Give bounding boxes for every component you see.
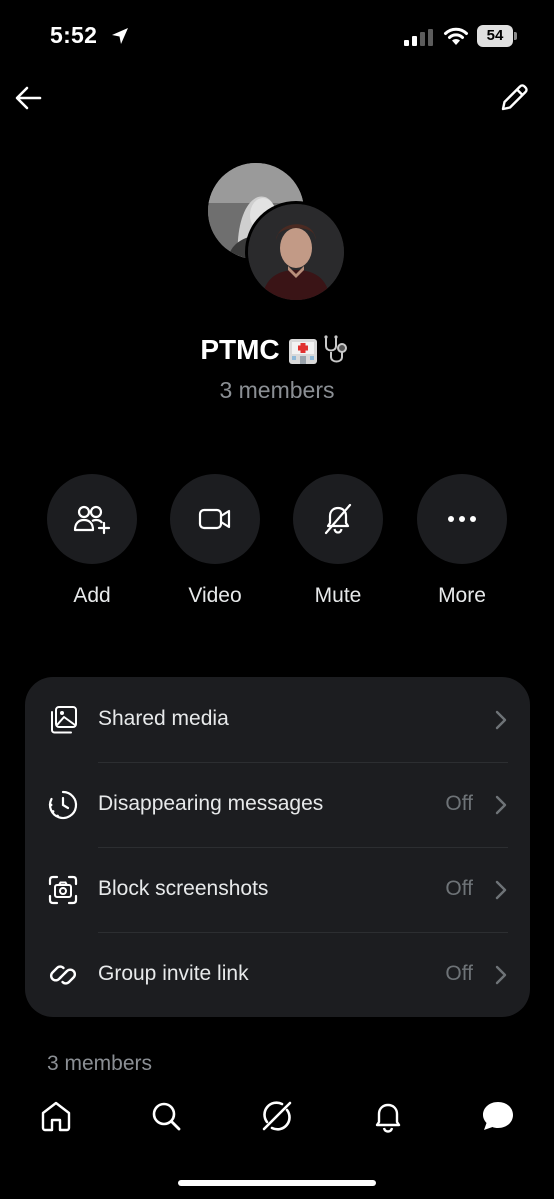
home-indicator[interactable] — [178, 1180, 376, 1186]
chevron-right-icon — [495, 965, 507, 985]
mute-button-circle[interactable] — [293, 474, 383, 564]
stethoscope-emoji-icon — [324, 335, 347, 363]
notifications-bell-icon[interactable] — [370, 1098, 406, 1134]
search-icon[interactable] — [148, 1098, 184, 1134]
more-button-circle[interactable] — [417, 474, 507, 564]
battery-indicator: 54 — [477, 25, 517, 47]
edit-pencil-icon[interactable] — [496, 80, 532, 116]
chevron-right-icon — [495, 880, 507, 900]
block-screenshots-row[interactable]: Block screenshots Off — [25, 847, 530, 932]
bell-off-icon — [324, 503, 352, 535]
shared-media-label: Shared media — [98, 707, 229, 730]
wifi-icon — [444, 27, 468, 45]
back-arrow-icon[interactable] — [12, 82, 46, 114]
group-invite-link-label: Group invite link — [98, 962, 249, 985]
timer-icon — [48, 790, 78, 820]
group-title-row: PTMC — [0, 334, 554, 374]
location-arrow-icon — [112, 28, 128, 44]
disappearing-messages-row[interactable]: Disappearing messages Off — [25, 762, 530, 847]
chevron-right-icon — [495, 710, 507, 730]
shared-media-row[interactable]: Shared media — [25, 677, 530, 762]
more-label: More — [438, 584, 486, 607]
add-people-icon — [73, 505, 111, 535]
video-label: Video — [188, 584, 242, 607]
bottom-nav — [0, 1090, 554, 1150]
status-time: 5:52 — [50, 22, 98, 48]
hospital-emoji-icon — [288, 339, 317, 364]
chevron-right-icon — [495, 795, 507, 815]
link-icon — [49, 965, 77, 985]
status-bar: 5:52 54 — [0, 0, 554, 74]
block-screenshots-label: Block screenshots — [98, 877, 269, 900]
member-avatar-2 — [245, 201, 347, 303]
group-settings-card: Shared media Disappearing messages Off B… — [25, 677, 530, 1017]
group-name: PTMC — [200, 334, 280, 365]
group-invite-link-value: Off — [445, 962, 473, 985]
more-dots-icon — [448, 516, 476, 522]
mute-label: Mute — [314, 584, 362, 607]
add-label: Add — [73, 584, 111, 607]
messages-icon[interactable] — [480, 1098, 516, 1134]
block-screenshots-value: Off — [445, 877, 473, 900]
cellular-signal-icon — [404, 29, 433, 46]
add-button-circle[interactable] — [47, 474, 137, 564]
member-count: 3 members — [219, 377, 335, 403]
grok-icon[interactable] — [259, 1098, 295, 1134]
video-button[interactable]: Video — [170, 474, 260, 608]
add-button[interactable]: Add — [47, 474, 137, 608]
disappearing-messages-label: Disappearing messages — [98, 792, 324, 815]
screenshot-camera-icon — [48, 875, 78, 905]
shared-media-icon — [51, 706, 77, 734]
mute-button[interactable]: Mute — [293, 474, 383, 608]
disappearing-messages-value: Off — [445, 792, 473, 815]
members-section-title: 3 members — [47, 1052, 153, 1075]
video-button-circle[interactable] — [170, 474, 260, 564]
video-camera-icon — [198, 508, 231, 530]
home-icon[interactable] — [38, 1098, 74, 1134]
more-button[interactable]: More — [417, 474, 507, 608]
group-invite-link-row[interactable]: Group invite link Off — [25, 932, 530, 1017]
battery-level: 54 — [477, 25, 513, 47]
battery-cap — [514, 32, 517, 40]
